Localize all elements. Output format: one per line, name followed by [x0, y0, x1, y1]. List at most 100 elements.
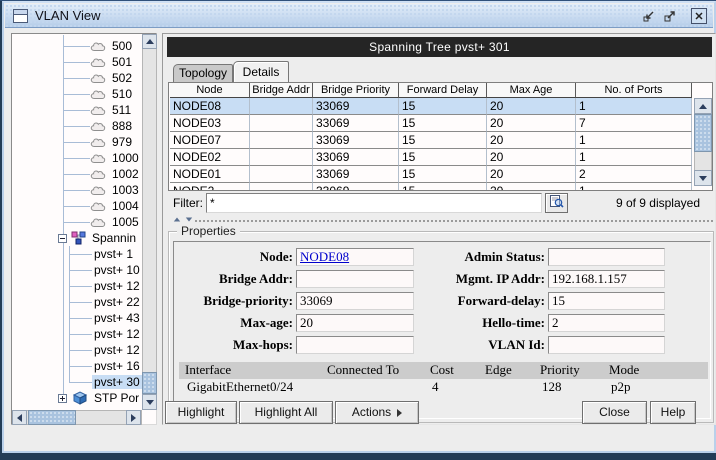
property-field-max-age[interactable]: 20: [296, 314, 414, 332]
highlight-button[interactable]: Highlight: [165, 401, 237, 424]
tree-item-pvst-16[interactable]: pvst+ 16: [69, 358, 142, 374]
splitter-down-icon[interactable]: [186, 218, 192, 222]
property-field-max-hops[interactable]: [296, 336, 414, 354]
tree-item-1000[interactable]: 1000: [63, 150, 141, 166]
cell: [250, 183, 313, 191]
frame-bottom-edge: [0, 453, 716, 460]
property-field-mgmt-ip-addr[interactable]: 192.168.1.157: [548, 270, 665, 288]
title-bar[interactable]: VLAN View: [5, 4, 713, 28]
tree-item-pvst-12[interactable]: pvst+ 12: [69, 278, 142, 294]
tree-item-spannin[interactable]: Spannin: [58, 230, 138, 246]
tree-item-510[interactable]: 510: [63, 86, 134, 102]
tree-item-1004[interactable]: 1004: [63, 198, 141, 214]
tree-branch-stub: [63, 182, 90, 198]
splitter-up-icon[interactable]: [174, 218, 180, 222]
tree-item-label: pvst+ 16: [92, 359, 142, 373]
cloud-icon-slot: [90, 72, 106, 84]
property-field-hello-time[interactable]: 2: [548, 314, 665, 332]
cloud-icon-slot: [90, 200, 106, 212]
tree-item-pvst-12[interactable]: pvst+ 12: [69, 326, 142, 342]
tree-item-label: 501: [110, 55, 134, 69]
tree-item-stp-por[interactable]: STP Por: [58, 390, 141, 406]
window-title: VLAN View: [35, 8, 101, 23]
cell: NODE02: [170, 149, 250, 166]
property-field-bridge-addr[interactable]: [296, 270, 414, 288]
interface-table-row[interactable]: GigabitEthernet0/244128p2p: [179, 379, 708, 396]
column-header-node[interactable]: Node: [170, 83, 250, 98]
tree-item-500[interactable]: 500: [63, 38, 134, 54]
table-scroll-up-button[interactable]: [694, 98, 712, 114]
split-pane-divider[interactable]: [165, 217, 715, 225]
window-icon[interactable]: [13, 9, 28, 23]
expand-icon[interactable]: [58, 394, 67, 403]
tree-scroll-down-button[interactable]: [142, 394, 157, 410]
column-header-bridge-addr[interactable]: Bridge Addr: [250, 83, 313, 98]
tab-details[interactable]: Details: [233, 61, 289, 82]
cell: 33069: [313, 183, 399, 191]
node-link[interactable]: NODE08: [300, 249, 349, 264]
tree-item-label: 500: [110, 39, 134, 53]
search-document-icon: [549, 194, 564, 208]
properties-title: Properties: [177, 224, 240, 238]
tree-vscrollbar[interactable]: [142, 34, 157, 410]
vlan-tree[interactable]: 500 501 502 510 511 888 979 1000 1002 10…: [13, 35, 142, 409]
tree-item-502[interactable]: 502: [63, 70, 134, 86]
tree-item-label: pvst+ 1: [92, 247, 135, 261]
cloud-icon: [90, 72, 106, 84]
tree-branch-stub: [63, 70, 90, 86]
cloud-icon-slot: [90, 120, 106, 132]
minimize-icon[interactable]: [641, 8, 657, 24]
tree-branch-stub: [63, 86, 90, 102]
close-icon[interactable]: [691, 8, 707, 24]
cloud-icon-slot: [90, 152, 106, 164]
table-vscroll-thumb[interactable]: [694, 114, 712, 152]
tree-item-501[interactable]: 501: [63, 54, 134, 70]
tree-item-label: 511: [110, 103, 133, 117]
cell: [250, 149, 313, 166]
help-button[interactable]: Help: [650, 401, 696, 424]
filter-input[interactable]: [206, 193, 542, 213]
tree-item-pvst-30[interactable]: pvst+ 30: [69, 374, 142, 390]
tree-scroll-right-button[interactable]: [126, 410, 141, 425]
tree-item-511[interactable]: 511: [63, 102, 133, 118]
column-header-bridge-priority[interactable]: Bridge Priority: [313, 83, 399, 98]
actions-button[interactable]: Actions: [335, 401, 419, 424]
tree-item-pvst-43[interactable]: pvst+ 43: [69, 310, 142, 326]
cell: NODE07: [170, 132, 250, 149]
property-field-forward-delay[interactable]: 15: [548, 292, 665, 310]
cell: 15: [399, 183, 487, 191]
interface-table-header: InterfaceConnected ToCostEdgePriorityMod…: [179, 362, 708, 379]
tree-item-979[interactable]: 979: [63, 134, 134, 150]
tree-item-888[interactable]: 888: [63, 118, 134, 134]
property-field-node[interactable]: NODE08: [296, 248, 414, 266]
column-header-no-of-ports[interactable]: No. of Ports: [576, 83, 692, 98]
tree-branch-stub: [69, 358, 92, 374]
table-scroll-down-button[interactable]: [694, 170, 712, 186]
vlan-view-window: VLAN View: [2, 1, 716, 453]
tree-item-pvst-22[interactable]: pvst+ 22: [69, 294, 142, 310]
maximize-icon[interactable]: [662, 8, 678, 24]
property-field-vlan-id[interactable]: [548, 336, 665, 354]
column-header-forward-delay[interactable]: Forward Delay: [399, 83, 487, 98]
tree-item-1005[interactable]: 1005: [63, 214, 141, 230]
tree-vscroll-thumb[interactable]: [142, 372, 157, 394]
column-header-max-age[interactable]: Max Age: [487, 83, 576, 98]
tree-hscroll-thumb[interactable]: [28, 410, 76, 425]
highlight-all-button[interactable]: Highlight All: [239, 401, 333, 424]
tree-item-pvst-12[interactable]: pvst+ 12: [69, 342, 142, 358]
tab-topology[interactable]: Topology: [173, 64, 233, 82]
cell: 33069: [313, 166, 399, 183]
tree-item-1002[interactable]: 1002: [63, 166, 141, 182]
tree-item-label: 979: [110, 135, 134, 149]
property-field-bridge-priority[interactable]: 33069: [296, 292, 414, 310]
tree-item-pvst-10[interactable]: pvst+ 10: [69, 262, 142, 278]
close-button[interactable]: Close: [582, 401, 647, 424]
property-field-admin-status[interactable]: [548, 248, 665, 266]
properties-group: Properties InterfaceConnected ToCostEdge…: [168, 231, 714, 423]
tree-item-1003[interactable]: 1003: [63, 182, 141, 198]
tree-scroll-left-button[interactable]: [12, 410, 27, 425]
tree-item-label: pvst+ 12: [92, 343, 142, 357]
tree-scroll-up-button[interactable]: [142, 34, 157, 49]
tree-item-pvst-1[interactable]: pvst+ 1: [69, 246, 135, 262]
collapse-icon[interactable]: [58, 234, 67, 243]
